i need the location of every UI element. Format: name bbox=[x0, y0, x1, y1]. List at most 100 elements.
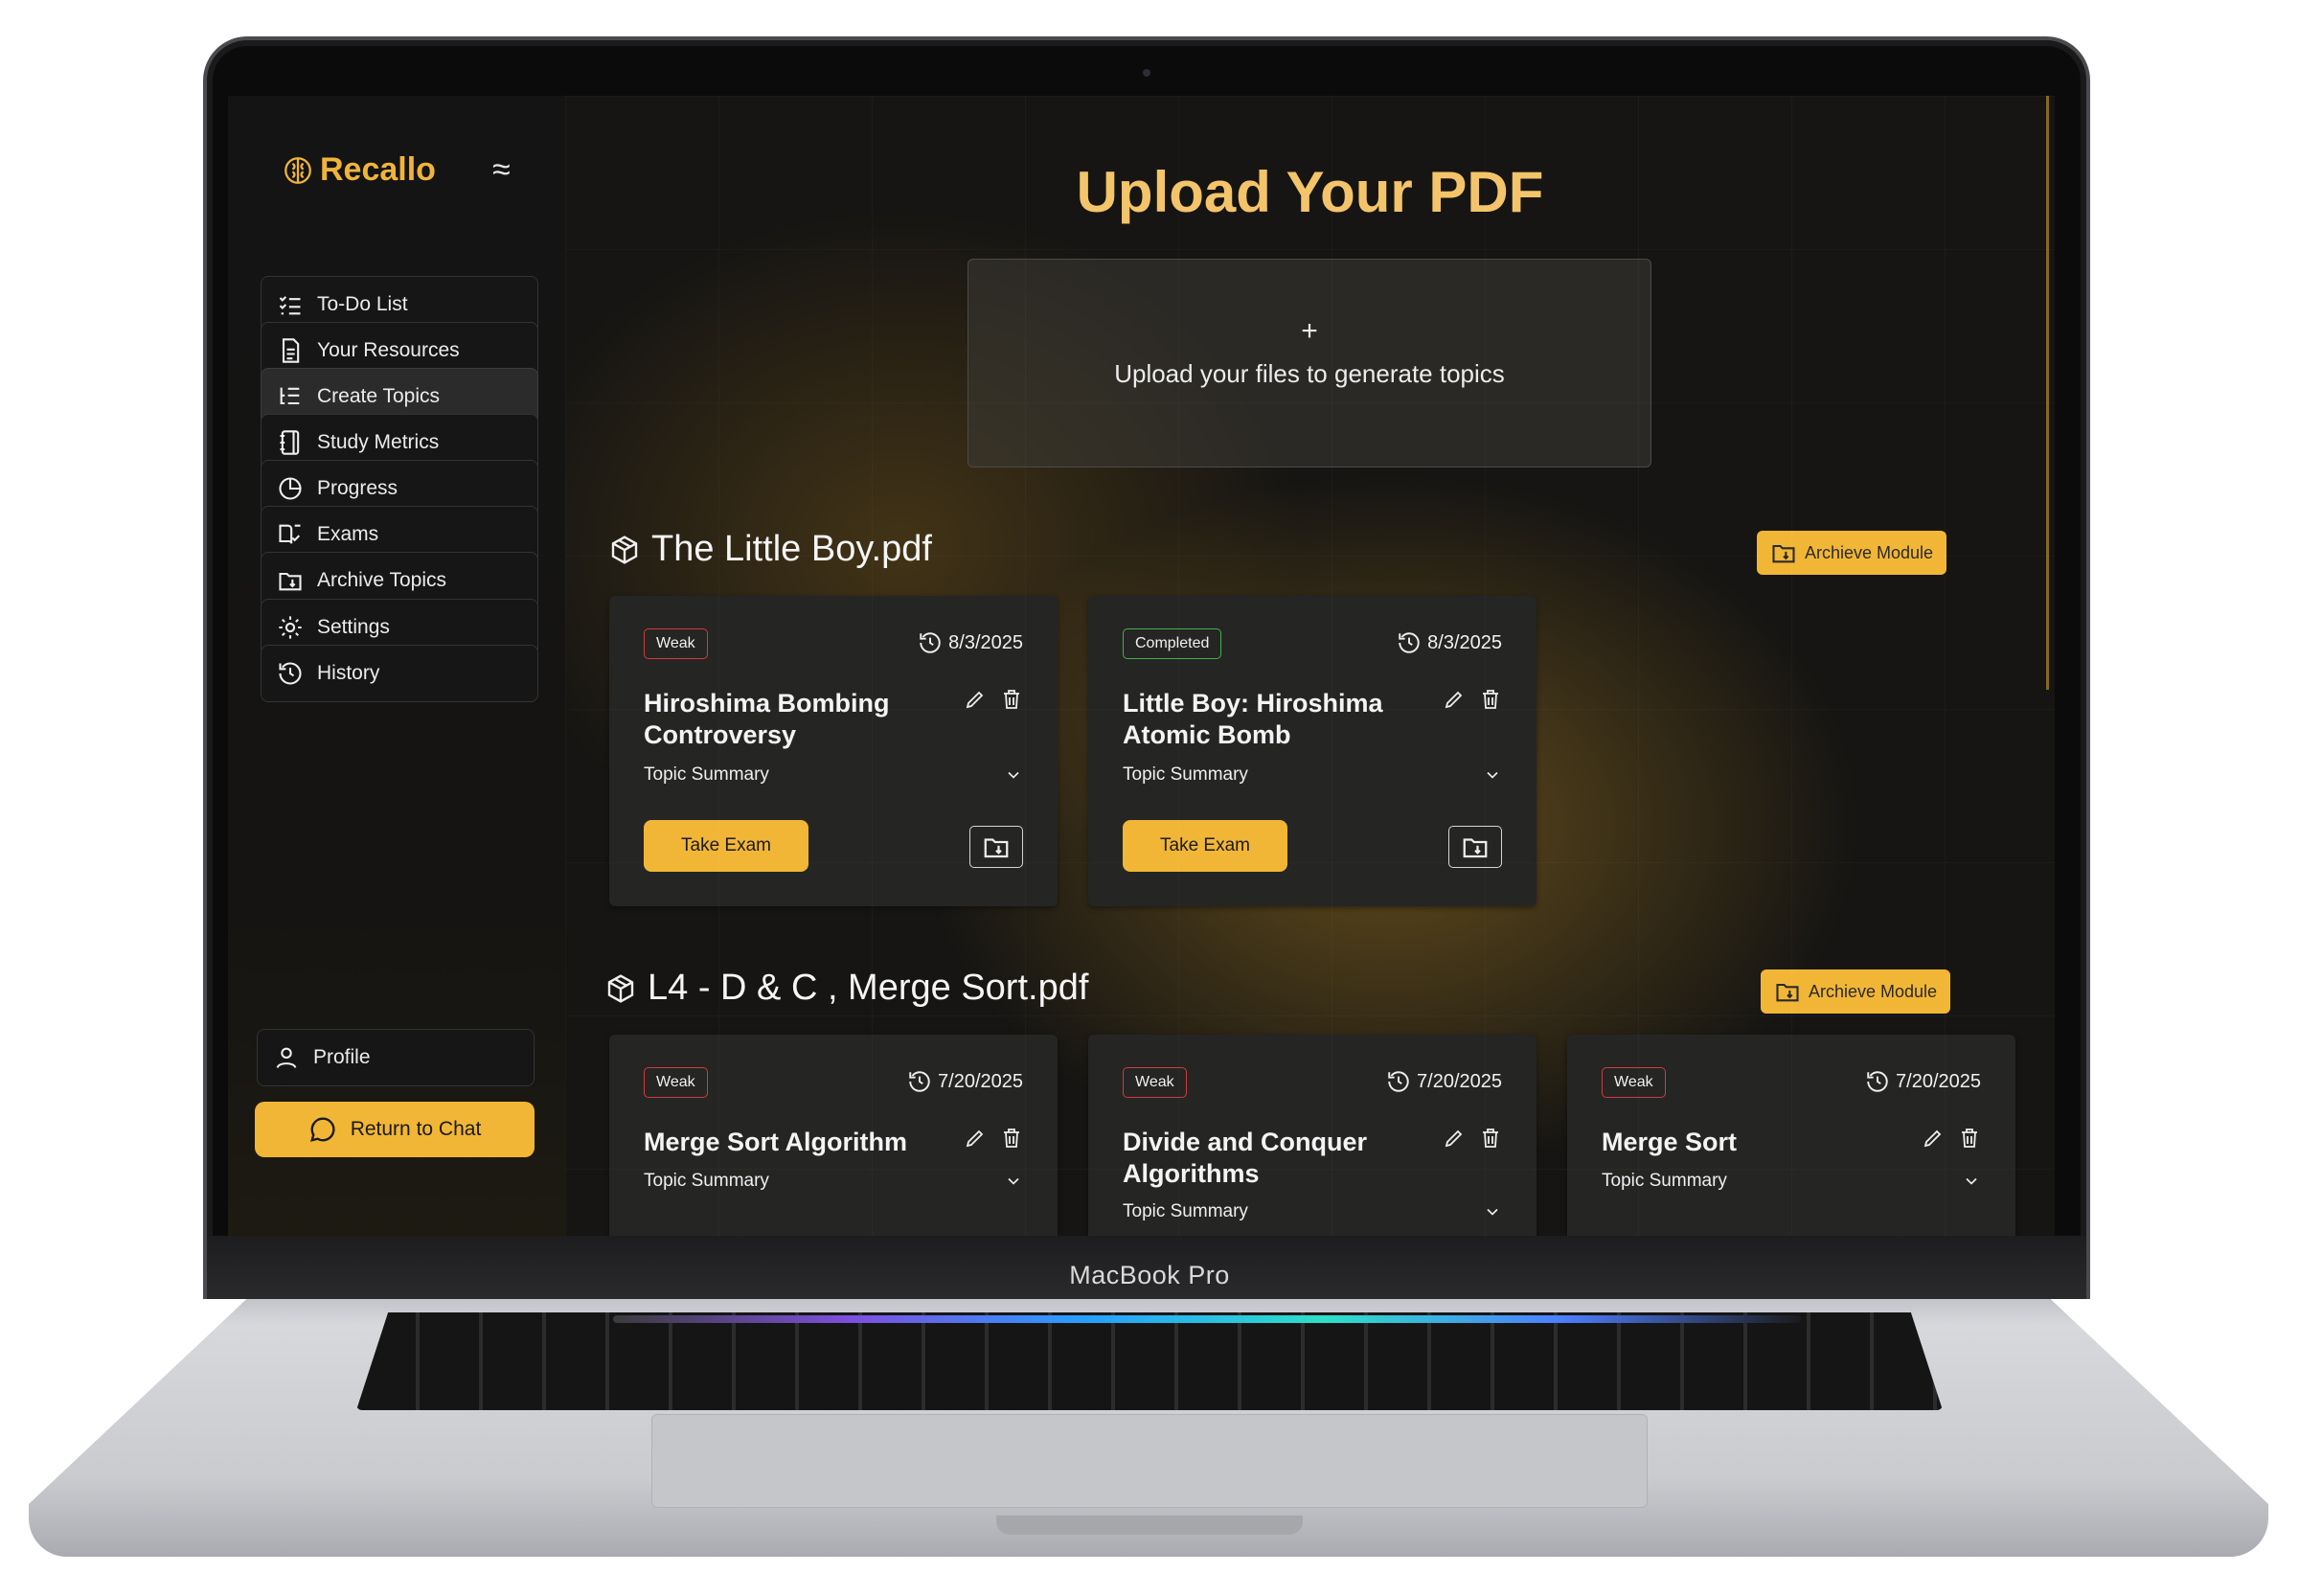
status-badge: Completed bbox=[1123, 628, 1222, 659]
menu-toggle-icon[interactable]: ≈ bbox=[492, 151, 511, 189]
profile-label: Profile bbox=[313, 1046, 371, 1068]
topic-card: Weak 7/20/2025 Divide and Conquer Algori… bbox=[1088, 1035, 1536, 1236]
module-header: L4 - D & C , Merge Sort.pdf bbox=[605, 968, 1088, 1009]
trash-icon[interactable] bbox=[1000, 688, 1023, 711]
topic-summary-toggle[interactable]: Topic Summary bbox=[1602, 1171, 1981, 1192]
chevron-down-icon bbox=[1008, 771, 1019, 779]
archive-module-button[interactable]: Archieve Module bbox=[1761, 969, 1951, 1014]
trash-icon[interactable] bbox=[1479, 1127, 1502, 1150]
profile-button[interactable]: Profile bbox=[257, 1029, 535, 1086]
summary-label: Topic Summary bbox=[1123, 764, 1248, 785]
sidebar-item-label: Study Metrics bbox=[317, 431, 440, 453]
take-exam-button[interactable]: Take Exam bbox=[1123, 820, 1287, 872]
brand[interactable]: Recallo bbox=[282, 151, 436, 189]
return-to-chat-button[interactable]: Return to Chat bbox=[255, 1102, 535, 1157]
date-text: 7/20/2025 bbox=[1417, 1070, 1502, 1092]
user-icon bbox=[276, 1047, 297, 1069]
edit-pencil-icon[interactable] bbox=[1443, 688, 1466, 711]
upload-dropzone[interactable]: + Upload your files to generate topics bbox=[967, 259, 1651, 467]
chevron-down-icon bbox=[1487, 1208, 1498, 1216]
lid-notch bbox=[996, 1516, 1303, 1535]
edit-pencil-icon[interactable] bbox=[1922, 1127, 1945, 1150]
card-actions bbox=[964, 1127, 1023, 1150]
module-header: The Little Boy.pdf bbox=[609, 529, 932, 570]
topic-summary-toggle[interactable]: Topic Summary bbox=[644, 1171, 1023, 1192]
checklist-icon bbox=[279, 296, 301, 315]
archive-topic-button[interactable] bbox=[1448, 826, 1502, 868]
archive-module-label: Archieve Module bbox=[1809, 981, 1938, 1001]
topic-date: 8/3/2025 bbox=[918, 630, 1023, 655]
card-actions bbox=[1922, 1127, 1981, 1150]
trash-icon[interactable] bbox=[1479, 688, 1502, 711]
topic-date: 7/20/2025 bbox=[907, 1069, 1023, 1094]
card-actions bbox=[964, 688, 1023, 711]
status-badge: Weak bbox=[644, 628, 708, 659]
topic-summary-toggle[interactable]: Topic Summary bbox=[1123, 1201, 1502, 1222]
topic-date: 7/20/2025 bbox=[1386, 1069, 1502, 1094]
edit-pencil-icon[interactable] bbox=[964, 1127, 987, 1150]
trash-icon[interactable] bbox=[1000, 1127, 1023, 1150]
date-text: 8/3/2025 bbox=[948, 631, 1023, 653]
keyboard bbox=[356, 1312, 1943, 1410]
status-badge: Weak bbox=[1602, 1067, 1666, 1098]
topic-title: Little Boy: Hiroshima Atomic Bomb bbox=[1123, 689, 1383, 749]
folder-archive-icon bbox=[984, 838, 1009, 858]
notebook-icon bbox=[280, 430, 300, 455]
list-tree-icon bbox=[280, 387, 300, 405]
pie-chart-icon bbox=[279, 477, 302, 500]
touch-bar bbox=[613, 1315, 1801, 1323]
edit-pencil-icon[interactable] bbox=[1443, 1127, 1466, 1150]
summary-label: Topic Summary bbox=[1123, 1201, 1248, 1221]
upload-instructions: Upload your files to generate topics bbox=[1114, 359, 1505, 388]
module-title: L4 - D & C , Merge Sort.pdf bbox=[648, 968, 1089, 1008]
topic-summary-toggle[interactable]: Topic Summary bbox=[1123, 764, 1502, 786]
summary-label: Topic Summary bbox=[644, 764, 769, 785]
camera-icon bbox=[1143, 69, 1150, 77]
archive-module-button[interactable]: Archieve Module bbox=[1757, 531, 1947, 575]
card-actions bbox=[1443, 688, 1502, 711]
folder-archive-icon bbox=[1463, 838, 1488, 858]
gear-icon bbox=[279, 616, 302, 639]
topic-title: Hiroshima Bombing Controversy bbox=[644, 689, 890, 749]
topic-card: Completed 8/3/2025 Little Boy: Hiroshima… bbox=[1088, 596, 1536, 906]
page-title: Upload Your PDF bbox=[1076, 160, 1544, 224]
folder-archive-icon bbox=[279, 572, 302, 591]
archive-module-label: Archieve Module bbox=[1805, 542, 1934, 562]
sidebar-item-label: Settings bbox=[317, 616, 390, 638]
package-icon bbox=[607, 973, 634, 1003]
card-actions bbox=[1443, 1127, 1502, 1150]
topic-title: Divide and Conquer Algorithms bbox=[1123, 1128, 1368, 1188]
sidebar-item-history[interactable]: History bbox=[261, 645, 538, 702]
chevron-down-icon bbox=[1966, 1177, 1977, 1185]
edit-pencil-icon[interactable] bbox=[964, 688, 987, 711]
clock-history-icon bbox=[909, 1071, 930, 1092]
date-text: 7/20/2025 bbox=[938, 1070, 1023, 1092]
brand-name: Recallo bbox=[320, 151, 436, 188]
folder-archive-icon bbox=[1776, 983, 1799, 1002]
topic-title: Merge Sort Algorithm bbox=[644, 1128, 908, 1156]
folder-archive-icon bbox=[1772, 544, 1795, 563]
topic-date: 7/20/2025 bbox=[1865, 1069, 1981, 1094]
archive-topic-button[interactable] bbox=[969, 826, 1023, 868]
sidebar-item-label: Exams bbox=[317, 523, 379, 545]
sidebar-item-label: Your Resources bbox=[317, 339, 460, 361]
date-text: 7/20/2025 bbox=[1896, 1070, 1981, 1092]
chat-bubble-icon bbox=[309, 1117, 335, 1142]
topic-date: 8/3/2025 bbox=[1397, 630, 1502, 655]
package-icon bbox=[611, 535, 638, 564]
take-exam-button[interactable]: Take Exam bbox=[644, 820, 808, 872]
chevron-down-icon bbox=[1008, 1177, 1019, 1185]
sidebar: Recallo ≈ To-Do List Your Resources Crea… bbox=[228, 96, 565, 1236]
topic-summary-toggle[interactable]: Topic Summary bbox=[644, 764, 1023, 786]
status-badge: Weak bbox=[644, 1067, 708, 1098]
topic-card: Weak 8/3/2025 Hiroshima Bombing Controve… bbox=[609, 596, 1058, 906]
sidebar-item-label: To-Do List bbox=[317, 293, 408, 315]
sidebar-item-label: Archive Topics bbox=[317, 569, 447, 591]
topic-card: Weak 7/20/2025 Merge Sort Topic Summary bbox=[1567, 1035, 2015, 1236]
screen: Recallo ≈ To-Do List Your Resources Crea… bbox=[228, 96, 2055, 1236]
clock-history-icon bbox=[1399, 632, 1420, 653]
chevron-down-icon bbox=[1487, 771, 1498, 779]
module-title: The Little Boy.pdf bbox=[651, 529, 932, 569]
trash-icon[interactable] bbox=[1958, 1127, 1981, 1150]
return-to-chat-label: Return to Chat bbox=[350, 1118, 482, 1140]
